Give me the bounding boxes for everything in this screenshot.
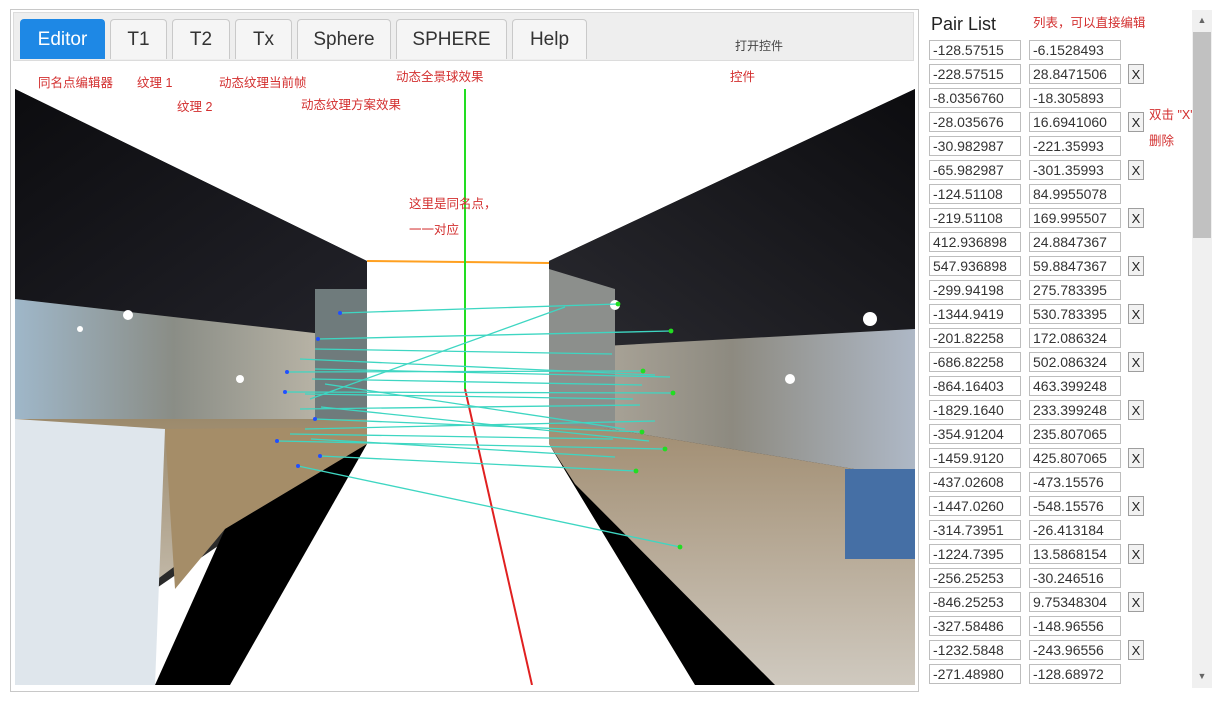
pair-value-a-input[interactable] <box>929 568 1021 588</box>
pair-value-a-input[interactable] <box>929 208 1021 228</box>
pair-value-a-input[interactable] <box>929 88 1021 108</box>
scroll-down-icon[interactable]: ▼ <box>1192 668 1212 684</box>
pair-value-a-input[interactable] <box>929 280 1021 300</box>
axis-x-line <box>366 260 550 264</box>
note-list: 列表，可以直接编辑 <box>1033 16 1146 30</box>
note-tx: 动态纹理当前帧 <box>219 76 307 90</box>
pair-value-a-input[interactable] <box>929 160 1021 180</box>
pair-value-b-input[interactable] <box>1029 568 1121 588</box>
note-t1: 纹理 1 <box>137 76 173 90</box>
pair-value-b-input[interactable] <box>1029 88 1121 108</box>
pair-value-b-input[interactable] <box>1029 304 1121 324</box>
delete-pair-button[interactable]: X <box>1128 544 1144 564</box>
note-same-points-1: 这里是同名点， <box>409 197 497 211</box>
tab-sphere[interactable]: Sphere <box>297 19 391 59</box>
note-sphere: 动态纹理方案效果 <box>301 98 402 112</box>
delete-pair-button[interactable]: X <box>1128 160 1144 180</box>
pair-value-a-input[interactable] <box>929 424 1021 444</box>
pair-value-a-input[interactable] <box>929 592 1021 612</box>
pair-value-b-input[interactable] <box>1029 472 1121 492</box>
pair-value-a-input[interactable] <box>929 112 1021 132</box>
pair-value-a-input[interactable] <box>929 376 1021 396</box>
pair-value-a-input[interactable] <box>929 472 1021 492</box>
pair-value-b-input[interactable] <box>1029 208 1121 228</box>
pair-value-b-input[interactable] <box>1029 160 1121 180</box>
delete-pair-button[interactable]: X <box>1128 640 1144 660</box>
pair-value-a-input[interactable] <box>929 184 1021 204</box>
pair-value-b-input[interactable] <box>1029 352 1121 372</box>
pair-value-b-input[interactable] <box>1029 424 1121 444</box>
delete-pair-button[interactable]: X <box>1128 64 1144 84</box>
viewport-3d[interactable] <box>15 89 915 685</box>
pair-value-b-input[interactable] <box>1029 640 1121 660</box>
pair-value-b-input[interactable] <box>1029 112 1121 132</box>
pair-value-b-input[interactable] <box>1029 520 1121 540</box>
note-sphere-big: 动态全景球效果 <box>396 70 484 84</box>
pair-value-a-input[interactable] <box>929 136 1021 156</box>
pair-value-a-input[interactable] <box>929 664 1021 684</box>
pair-value-a-input[interactable] <box>929 304 1021 324</box>
tab-tx[interactable]: Tx <box>235 19 292 59</box>
pair-value-a-input[interactable] <box>929 352 1021 372</box>
note-same-points-2: 一一对应 <box>409 223 460 237</box>
pair-value-b-input[interactable] <box>1029 232 1121 252</box>
pair-value-b-input[interactable] <box>1029 544 1121 564</box>
tab-t2[interactable]: T2 <box>172 19 230 59</box>
scene-canvas[interactable] <box>15 89 915 685</box>
pair-value-b-input[interactable] <box>1029 40 1121 60</box>
pair-value-b-input[interactable] <box>1029 664 1121 684</box>
pair-value-b-input[interactable] <box>1029 256 1121 276</box>
pair-value-b-input[interactable] <box>1029 592 1121 612</box>
pair-value-a-input[interactable] <box>929 520 1021 540</box>
pair-value-b-input[interactable] <box>1029 616 1121 636</box>
pair-value-a-input[interactable] <box>929 40 1021 60</box>
tab-bar: Editor T1 T2 Tx Sphere SPHERE Help 打开控件 <box>13 12 914 61</box>
scroll-up-icon[interactable]: ▲ <box>1192 12 1212 28</box>
right-panorama-texture <box>549 89 915 685</box>
tab-sphere-large[interactable]: SPHERE <box>396 19 507 59</box>
pair-value-b-input[interactable] <box>1029 280 1121 300</box>
pair-value-a-input[interactable] <box>929 64 1021 84</box>
left-panorama-texture <box>15 89 367 685</box>
delete-pair-button[interactable]: X <box>1128 448 1144 468</box>
delete-pair-button[interactable]: X <box>1128 112 1144 132</box>
pair-value-b-input[interactable] <box>1029 376 1121 396</box>
tab-help[interactable]: Help <box>512 19 587 59</box>
pair-value-b-input[interactable] <box>1029 136 1121 156</box>
pair-value-a-input[interactable] <box>929 496 1021 516</box>
pair-list-title: Pair List <box>931 14 997 34</box>
delete-pair-button[interactable]: X <box>1128 400 1144 420</box>
delete-pair-button[interactable]: X <box>1128 304 1144 324</box>
delete-pair-button[interactable]: X <box>1128 352 1144 372</box>
pair-value-b-input[interactable] <box>1029 328 1121 348</box>
pair-value-b-input[interactable] <box>1029 400 1121 420</box>
note-delete-1: 双击 "X" <box>1149 108 1195 122</box>
pair-value-b-input[interactable] <box>1029 496 1121 516</box>
note-controls: 控件 <box>730 70 756 84</box>
pair-value-a-input[interactable] <box>929 232 1021 252</box>
delete-pair-button[interactable]: X <box>1128 496 1144 516</box>
delete-pair-button[interactable]: X <box>1128 256 1144 276</box>
pair-value-b-input[interactable] <box>1029 64 1121 84</box>
tab-editor[interactable]: Editor <box>20 19 105 59</box>
editor-panel: Editor T1 T2 Tx Sphere SPHERE Help 打开控件 <box>10 9 919 692</box>
pair-value-b-input[interactable] <box>1029 184 1121 204</box>
tab-t1[interactable]: T1 <box>110 19 167 59</box>
open-controls-link[interactable]: 打开控件 <box>735 37 783 54</box>
pair-value-a-input[interactable] <box>929 256 1021 276</box>
pair-value-b-input[interactable] <box>1029 448 1121 468</box>
pair-value-a-input[interactable] <box>929 448 1021 468</box>
pair-value-a-input[interactable] <box>929 616 1021 636</box>
pair-value-a-input[interactable] <box>929 640 1021 660</box>
pair-value-a-input[interactable] <box>929 544 1021 564</box>
note-editor: 同名点编辑器 <box>38 76 114 90</box>
pair-value-a-input[interactable] <box>929 400 1021 420</box>
scrollbar-thumb[interactable] <box>1193 32 1211 238</box>
note-delete-2: 删除 <box>1149 134 1175 148</box>
note-t2: 纹理 2 <box>177 100 213 114</box>
pair-value-a-input[interactable] <box>929 328 1021 348</box>
delete-pair-button[interactable]: X <box>1128 592 1144 612</box>
axis-z-line <box>464 388 533 685</box>
delete-pair-button[interactable]: X <box>1128 208 1144 228</box>
